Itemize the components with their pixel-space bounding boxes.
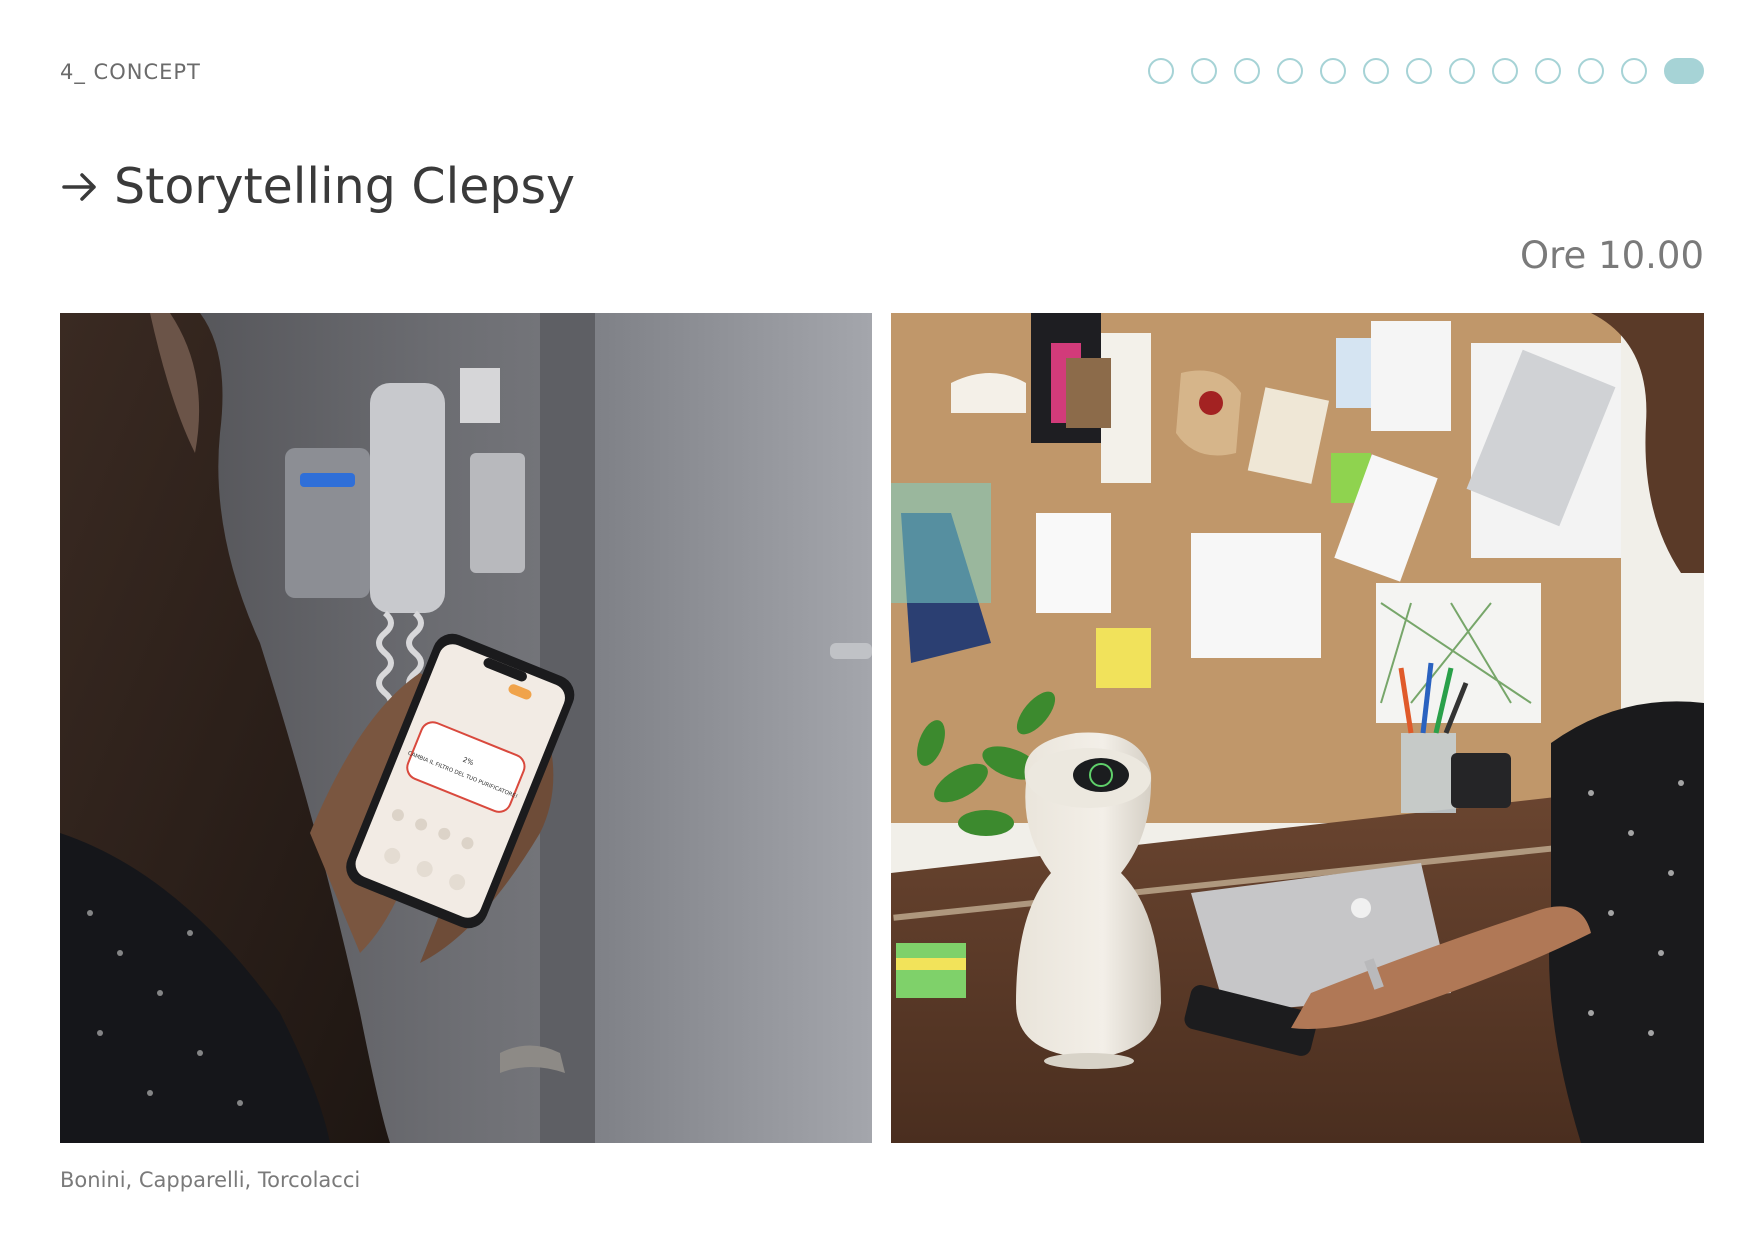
slide-title-text: Storytelling Clepsy [114,158,575,215]
photo-purifier-on-desk [891,313,1704,1143]
arrow-right-icon [62,172,96,201]
progress-dot[interactable] [1406,58,1432,84]
progress-dot[interactable] [1191,58,1217,84]
progress-dot[interactable] [1234,58,1260,84]
progress-dot-current[interactable] [1664,58,1704,84]
progress-dot[interactable] [1320,58,1346,84]
progress-dot[interactable] [1449,58,1475,84]
slide-title: Storytelling Clepsy [60,158,575,215]
photo-woman-with-phone: 2% CAMBIA IL FILTRO DEL TUO PURIFICATORE… [60,313,872,1143]
progress-dot[interactable] [1578,58,1604,84]
section-label: 4_ CONCEPT [60,60,201,84]
progress-dot[interactable] [1492,58,1518,84]
progress-dot[interactable] [1277,58,1303,84]
slide-progress-indicator [1148,58,1704,84]
time-label: Ore 10.00 [1520,234,1704,277]
progress-dot[interactable] [1621,58,1647,84]
progress-dot[interactable] [1363,58,1389,84]
progress-dot[interactable] [1148,58,1174,84]
credit-text: Bonini, Capparelli, Torcolacci [60,1168,361,1192]
progress-dot[interactable] [1535,58,1561,84]
